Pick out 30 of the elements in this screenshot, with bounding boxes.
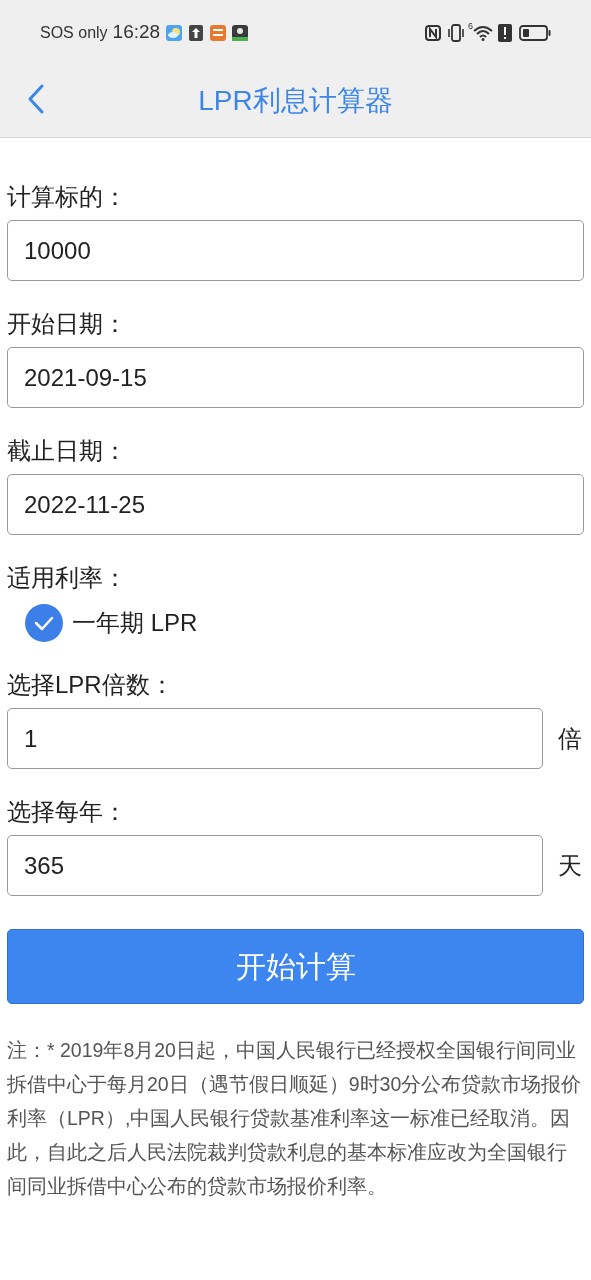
network-type-text: 6 xyxy=(468,20,473,33)
alert-icon xyxy=(498,23,512,42)
calculate-button[interactable]: 开始计算 xyxy=(7,929,584,1004)
page-title: LPR利息计算器 xyxy=(198,84,393,118)
game-app-icon xyxy=(232,24,249,41)
input-field[interactable]: 1 xyxy=(7,708,543,769)
field-label: 选择LPR倍数： xyxy=(7,670,175,700)
field-label: 选择每年： xyxy=(7,797,128,827)
field-label: 开始日期： xyxy=(7,309,128,339)
input-field[interactable]: 365 xyxy=(7,835,543,896)
weather-app-icon xyxy=(166,24,183,41)
carrier-text: SOS only xyxy=(40,22,108,43)
status-time: 16:28 xyxy=(112,20,161,45)
unit-label: 倍 xyxy=(558,723,582,754)
field-label: 截止日期： xyxy=(7,436,128,466)
input-field[interactable]: 10000 xyxy=(7,220,584,281)
field-label: 适用利率： xyxy=(7,563,128,593)
field-label: 计算标的： xyxy=(7,182,128,212)
input-field[interactable]: 2021-09-15 xyxy=(7,347,584,408)
input-field[interactable]: 2022-11-25 xyxy=(7,474,584,535)
battery-icon xyxy=(519,24,551,41)
vibrate-icon xyxy=(447,23,465,42)
checkbox[interactable] xyxy=(25,604,63,642)
wifi-icon xyxy=(473,24,493,41)
upload-app-icon xyxy=(189,24,204,41)
unit-label: 天 xyxy=(558,850,582,881)
nfc-icon xyxy=(425,24,441,41)
note-text: 注：* 2019年8月20日起，中国人民银行已经授权全国银行间同业拆借中心于每月20日（遇节假日顺延）9时30分公布贷款市场报价利率（LPR）,中国人民银行贷款基准利率这一标准已经取消。因此，自此之后人民法院裁判贷款利息的基本标准应改为全国银行间同业拆借中心公布的贷款市场报价利率。 xyxy=(7,1038,583,1199)
checkbox-label: 一年期 LPR xyxy=(72,608,198,638)
book-app-icon xyxy=(210,24,227,41)
